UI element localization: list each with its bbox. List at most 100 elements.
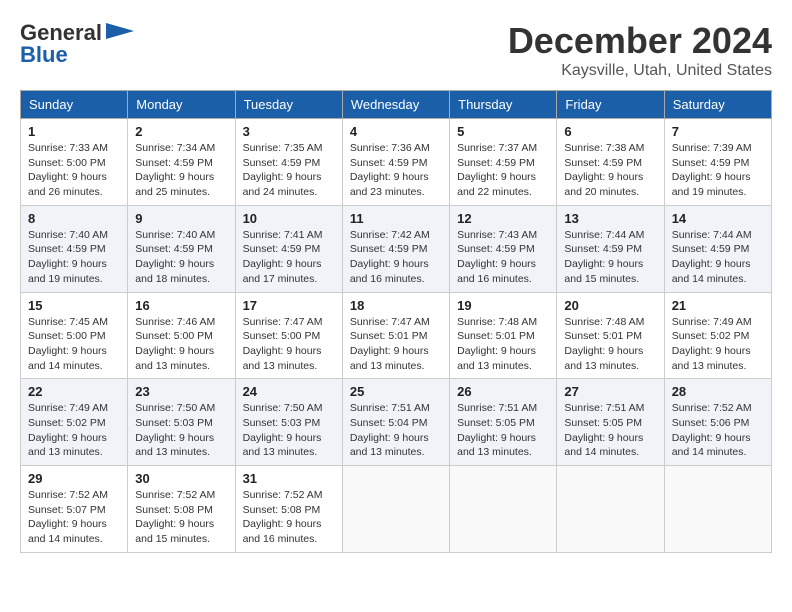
table-cell: 11 Sunrise: 7:42 AM Sunset: 4:59 PM Dayli… [342,205,449,292]
col-thursday: Thursday [450,91,557,119]
day-number: 23 [135,384,227,399]
day-number: 1 [28,124,120,139]
table-cell: 3 Sunrise: 7:35 AM Sunset: 4:59 PM Daylig… [235,119,342,206]
day-number: 14 [672,211,764,226]
day-number: 15 [28,298,120,313]
day-info: Sunrise: 7:35 AM Sunset: 4:59 PM Dayligh… [243,141,335,200]
day-info: Sunrise: 7:52 AM Sunset: 5:07 PM Dayligh… [28,488,120,547]
day-number: 28 [672,384,764,399]
col-monday: Monday [128,91,235,119]
logo-text-blue: Blue [20,42,68,68]
logo-flag-icon [106,23,134,43]
table-cell: 5 Sunrise: 7:37 AM Sunset: 4:59 PM Daylig… [450,119,557,206]
day-info: Sunrise: 7:46 AM Sunset: 5:00 PM Dayligh… [135,315,227,374]
day-info: Sunrise: 7:38 AM Sunset: 4:59 PM Dayligh… [564,141,656,200]
day-number: 3 [243,124,335,139]
calendar-location: Kaysville, Utah, United States [508,62,772,80]
table-cell: 8 Sunrise: 7:40 AM Sunset: 4:59 PM Daylig… [21,205,128,292]
day-number: 17 [243,298,335,313]
day-number: 25 [350,384,442,399]
table-cell: 6 Sunrise: 7:38 AM Sunset: 4:59 PM Daylig… [557,119,664,206]
day-number: 18 [350,298,442,313]
day-info: Sunrise: 7:48 AM Sunset: 5:01 PM Dayligh… [564,315,656,374]
table-cell: 29 Sunrise: 7:52 AM Sunset: 5:07 PM Dayli… [21,466,128,553]
calendar-week-5: 29 Sunrise: 7:52 AM Sunset: 5:07 PM Dayli… [21,466,772,553]
table-cell [557,466,664,553]
day-number: 16 [135,298,227,313]
table-cell: 13Sunrise: 7:44 AM Sunset: 4:59 PM Dayli… [557,205,664,292]
table-cell: 24Sunrise: 7:50 AM Sunset: 5:03 PM Dayli… [235,379,342,466]
col-friday: Friday [557,91,664,119]
day-info: Sunrise: 7:43 AM Sunset: 4:59 PM Dayligh… [457,228,549,287]
col-wednesday: Wednesday [342,91,449,119]
table-cell: 19 Sunrise: 7:48 AM Sunset: 5:01 PM Dayli… [450,292,557,379]
day-info: Sunrise: 7:52 AM Sunset: 5:06 PM Dayligh… [672,401,764,460]
day-number: 8 [28,211,120,226]
day-number: 11 [350,211,442,226]
calendar-header-row: Sunday Monday Tuesday Wednesday Thursday… [21,91,772,119]
col-sunday: Sunday [21,91,128,119]
day-info: Sunrise: 7:52 AM Sunset: 5:08 PM Dayligh… [243,488,335,547]
table-cell: 16 Sunrise: 7:46 AM Sunset: 5:00 PM Dayli… [128,292,235,379]
day-info: Sunrise: 7:49 AM Sunset: 5:02 PM Dayligh… [672,315,764,374]
day-info: Sunrise: 7:48 AM Sunset: 5:01 PM Dayligh… [457,315,549,374]
table-cell: 22 Sunrise: 7:49 AM Sunset: 5:02 PM Dayli… [21,379,128,466]
col-tuesday: Tuesday [235,91,342,119]
table-cell: 27Sunrise: 7:51 AM Sunset: 5:05 PM Dayli… [557,379,664,466]
day-info: Sunrise: 7:41 AM Sunset: 4:59 PM Dayligh… [243,228,335,287]
table-cell: 28 Sunrise: 7:52 AM Sunset: 5:06 PM Dayli… [664,379,771,466]
table-cell: 14 Sunrise: 7:44 AM Sunset: 4:59 PM Dayli… [664,205,771,292]
day-number: 22 [28,384,120,399]
calendar-week-4: 22 Sunrise: 7:49 AM Sunset: 5:02 PM Dayli… [21,379,772,466]
day-number: 9 [135,211,227,226]
day-number: 4 [350,124,442,139]
table-cell: 20 Sunrise: 7:48 AM Sunset: 5:01 PM Dayli… [557,292,664,379]
calendar-week-1: 1 Sunrise: 7:33 AM Sunset: 5:00 PM Daylig… [21,119,772,206]
day-info: Sunrise: 7:47 AM Sunset: 5:01 PM Dayligh… [350,315,442,374]
table-cell: 31 Sunrise: 7:52 AM Sunset: 5:08 PM Dayli… [235,466,342,553]
day-info: Sunrise: 7:50 AM Sunset: 5:03 PM Dayligh… [135,401,227,460]
table-cell [450,466,557,553]
day-info: Sunrise: 7:49 AM Sunset: 5:02 PM Dayligh… [28,401,120,460]
calendar-month-year: December 2024 [508,20,772,62]
day-info: Sunrise: 7:44 AM Sunset: 4:59 PM Dayligh… [672,228,764,287]
day-info: Sunrise: 7:37 AM Sunset: 4:59 PM Dayligh… [457,141,549,200]
day-info: Sunrise: 7:51 AM Sunset: 5:04 PM Dayligh… [350,401,442,460]
day-number: 29 [28,471,120,486]
table-cell: 21 Sunrise: 7:49 AM Sunset: 5:02 PM Dayli… [664,292,771,379]
day-number: 7 [672,124,764,139]
day-number: 31 [243,471,335,486]
col-saturday: Saturday [664,91,771,119]
table-cell: 18 Sunrise: 7:47 AM Sunset: 5:01 PM Dayli… [342,292,449,379]
table-cell: 26Sunrise: 7:51 AM Sunset: 5:05 PM Dayli… [450,379,557,466]
day-number: 13 [564,211,656,226]
day-number: 19 [457,298,549,313]
table-cell [664,466,771,553]
table-cell: 1 Sunrise: 7:33 AM Sunset: 5:00 PM Daylig… [21,119,128,206]
day-info: Sunrise: 7:51 AM Sunset: 5:05 PM Dayligh… [564,401,656,460]
day-number: 6 [564,124,656,139]
table-cell: 25 Sunrise: 7:51 AM Sunset: 5:04 PM Dayli… [342,379,449,466]
day-info: Sunrise: 7:42 AM Sunset: 4:59 PM Dayligh… [350,228,442,287]
logo: General Blue [20,20,134,68]
calendar-table: Sunday Monday Tuesday Wednesday Thursday… [20,90,772,553]
table-cell: 23 Sunrise: 7:50 AM Sunset: 5:03 PM Dayli… [128,379,235,466]
day-number: 10 [243,211,335,226]
day-number: 20 [564,298,656,313]
table-cell: 15 Sunrise: 7:45 AM Sunset: 5:00 PM Dayli… [21,292,128,379]
table-cell [342,466,449,553]
day-info: Sunrise: 7:45 AM Sunset: 5:00 PM Dayligh… [28,315,120,374]
day-info: Sunrise: 7:51 AM Sunset: 5:05 PM Dayligh… [457,401,549,460]
calendar-title-area: December 2024 Kaysville, Utah, United St… [508,20,772,80]
calendar-week-2: 8 Sunrise: 7:40 AM Sunset: 4:59 PM Daylig… [21,205,772,292]
calendar-week-3: 15 Sunrise: 7:45 AM Sunset: 5:00 PM Dayli… [21,292,772,379]
day-info: Sunrise: 7:39 AM Sunset: 4:59 PM Dayligh… [672,141,764,200]
day-info: Sunrise: 7:36 AM Sunset: 4:59 PM Dayligh… [350,141,442,200]
day-info: Sunrise: 7:33 AM Sunset: 5:00 PM Dayligh… [28,141,120,200]
day-number: 5 [457,124,549,139]
day-number: 21 [672,298,764,313]
table-cell: 4 Sunrise: 7:36 AM Sunset: 4:59 PM Daylig… [342,119,449,206]
day-number: 24 [243,384,335,399]
day-info: Sunrise: 7:40 AM Sunset: 4:59 PM Dayligh… [28,228,120,287]
day-info: Sunrise: 7:40 AM Sunset: 4:59 PM Dayligh… [135,228,227,287]
